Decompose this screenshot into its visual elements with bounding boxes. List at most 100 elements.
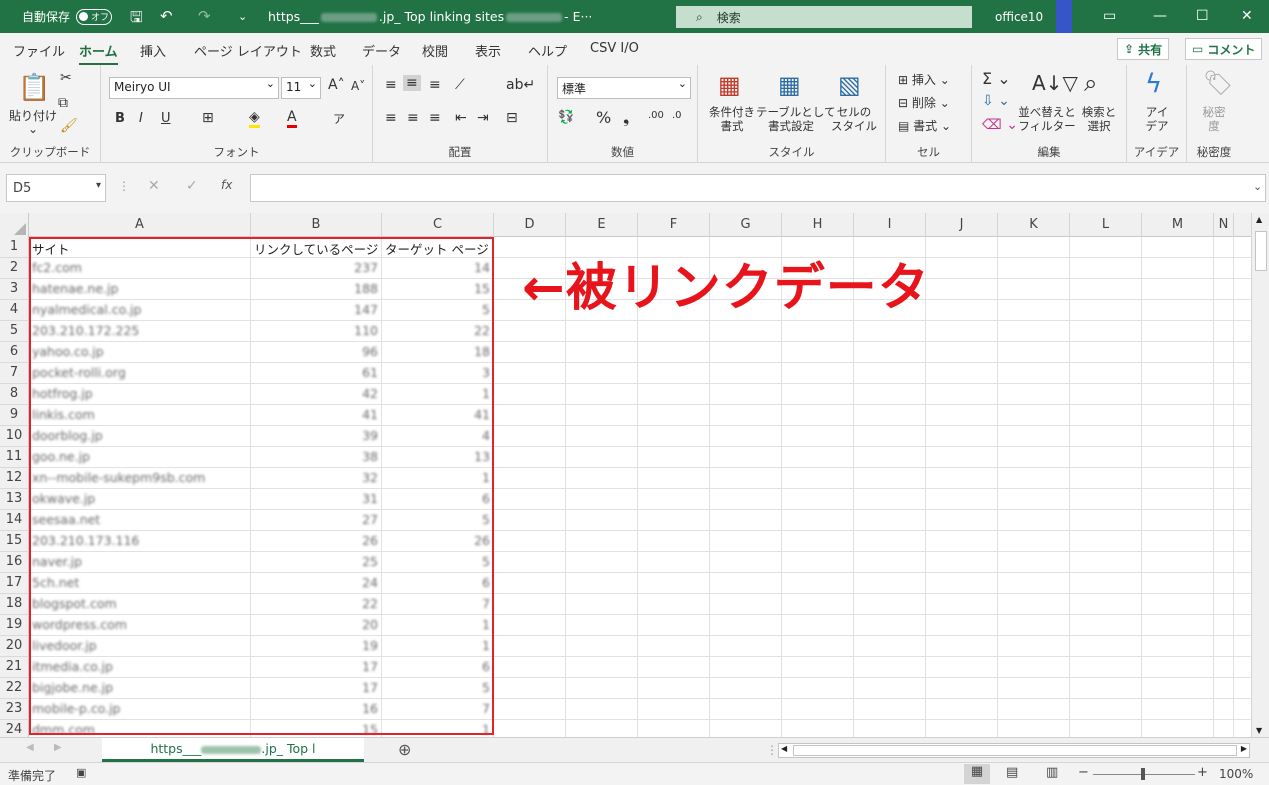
autosum-icon[interactable]: Σ ⌄ <box>982 69 1011 88</box>
row-header[interactable]: 14 <box>0 510 29 531</box>
prev-sheet-icon[interactable]: ◀ <box>26 742 34 753</box>
font-size-select[interactable]: 11 <box>281 77 321 99</box>
horizontal-scroll-thumb[interactable] <box>793 745 1237 756</box>
name-box[interactable]: D5 <box>6 174 106 202</box>
find-select-button[interactable]: 検索と 選択 <box>1076 105 1122 133</box>
column-header-h[interactable]: H <box>782 213 854 237</box>
next-sheet-icon[interactable]: ▶ <box>54 742 62 753</box>
macro-record-icon[interactable]: ▣ <box>76 766 86 779</box>
zoom-out-icon[interactable]: − <box>1078 765 1089 780</box>
zoom-level[interactable]: 100% <box>1219 767 1253 781</box>
column-header-b[interactable]: B <box>251 213 382 237</box>
decrease-indent-icon[interactable]: ⇤ <box>455 110 467 126</box>
row-header[interactable]: 5 <box>0 321 29 342</box>
sort-filter-button[interactable]: 並べ替えと フィルター <box>1016 105 1078 133</box>
customize-qat-icon[interactable]: ⌄ <box>238 10 247 23</box>
ribbon-display-icon[interactable]: ▭ <box>1103 8 1116 24</box>
tab-file[interactable]: ファイル <box>13 41 65 60</box>
column-header-a[interactable]: A <box>29 213 251 237</box>
fill-color-icon[interactable]: ◈ <box>249 109 260 128</box>
phonetic-icon[interactable]: ア <box>333 110 345 127</box>
orientation-icon[interactable]: ⟋ <box>455 77 465 93</box>
row-header[interactable]: 19 <box>0 615 29 636</box>
comment-button[interactable]: ▭ コメント <box>1185 38 1263 60</box>
format-as-table-button[interactable]: テーブルとして 書式設定 <box>756 105 835 133</box>
row-header[interactable]: 3 <box>0 279 29 300</box>
scroll-down-icon[interactable]: ▼ <box>1256 726 1262 735</box>
align-right-icon[interactable]: ≡ <box>429 110 441 126</box>
column-header-c[interactable]: C <box>382 213 494 237</box>
tab-review[interactable]: 校閲 <box>422 41 448 60</box>
align-center-icon[interactable]: ≡ <box>407 110 419 126</box>
ideas-icon[interactable]: ϟ <box>1145 69 1162 99</box>
page-break-view-icon[interactable]: ▥ <box>1046 765 1058 780</box>
column-header-m[interactable]: M <box>1142 213 1214 237</box>
merge-center-icon[interactable]: ⊟ <box>506 110 518 126</box>
row-header[interactable]: 24 <box>0 720 29 737</box>
cancel-icon[interactable]: ✕ <box>148 178 160 194</box>
border-icon[interactable]: ⊞ <box>202 110 214 126</box>
column-header-f[interactable]: F <box>638 213 710 237</box>
tab-csv-io[interactable]: CSV I/O <box>590 41 639 56</box>
tab-insert[interactable]: 挿入 <box>140 41 166 60</box>
tab-splitter-icon[interactable]: ⋮ <box>766 743 778 757</box>
row-header[interactable]: 1 <box>0 237 29 258</box>
sensitivity-icon[interactable]: 🏷 <box>1203 69 1233 97</box>
copy-icon[interactable]: ⧉ <box>58 95 68 111</box>
font-name-select[interactable]: Meiryo UI <box>109 77 279 99</box>
row-header[interactable]: 22 <box>0 678 29 699</box>
format-painter-icon[interactable]: 🖌 <box>60 118 78 134</box>
save-icon[interactable]: 🖫 <box>130 7 143 32</box>
row-header[interactable]: 17 <box>0 573 29 594</box>
user-name[interactable]: office10 <box>995 10 1043 24</box>
tab-data[interactable]: データ <box>362 41 401 60</box>
undo-icon[interactable]: ↶ <box>160 7 173 25</box>
worksheet[interactable]: ABCDEFGHIJKLMN 1 サイト リンクしているページ ターゲット ページ 2 f… <box>0 213 1269 737</box>
tab-help[interactable]: ヘルプ <box>528 41 567 60</box>
ideas-button[interactable]: アイ デア <box>1135 105 1179 133</box>
sort-filter-icon[interactable]: A↓▽ <box>1032 71 1078 95</box>
tab-formulas[interactable]: 数式 <box>310 41 336 60</box>
avatar[interactable] <box>1056 0 1072 33</box>
scroll-up-icon[interactable]: ▲ <box>1256 215 1262 224</box>
percent-icon[interactable]: % <box>596 108 611 127</box>
scroll-right-icon[interactable]: ▶ <box>1241 744 1247 753</box>
align-top-icon[interactable]: ≡ <box>385 77 397 93</box>
sheet-tab[interactable]: https___ .jp_ Top l <box>102 738 364 762</box>
paste-icon[interactable]: 📋 <box>18 73 50 103</box>
row-header[interactable]: 4 <box>0 300 29 321</box>
cell-styles-button[interactable]: セルの スタイル <box>826 105 882 133</box>
column-header-e[interactable]: E <box>566 213 638 237</box>
search-box[interactable]: ⌕ 検索 <box>676 6 972 28</box>
row-header[interactable]: 11 <box>0 447 29 468</box>
vertical-scrollbar[interactable]: ▲ ▼ <box>1251 213 1269 737</box>
select-all-corner[interactable] <box>0 213 29 237</box>
currency-icon[interactable]: 💱 <box>558 110 574 125</box>
conditional-format-icon[interactable]: ▦ <box>718 71 741 99</box>
row-header[interactable]: 21 <box>0 657 29 678</box>
column-header-l[interactable]: L <box>1070 213 1142 237</box>
autosave[interactable]: 自動保存 オフ <box>22 8 113 25</box>
formula-input[interactable] <box>250 174 1266 202</box>
zoom-slider-thumb[interactable] <box>1141 768 1145 780</box>
zoom-in-icon[interactable]: + <box>1197 765 1208 780</box>
cut-icon[interactable]: ✂ <box>60 70 72 86</box>
tab-view[interactable]: 表示 <box>475 41 501 60</box>
align-left-icon[interactable]: ≡ <box>385 110 397 126</box>
row-header[interactable]: 18 <box>0 594 29 615</box>
page-layout-view-icon[interactable]: ▤ <box>1006 765 1018 780</box>
expand-formula-icon[interactable]: ⌄ <box>1253 180 1262 193</box>
italic-button[interactable]: I <box>139 111 143 126</box>
fill-icon[interactable]: ⇩ ⌄ <box>982 93 1010 109</box>
decrease-font-icon[interactable]: A˅ <box>351 79 365 93</box>
scroll-left-icon[interactable]: ◀ <box>781 744 787 753</box>
column-header-k[interactable]: K <box>998 213 1070 237</box>
row-header[interactable]: 16 <box>0 552 29 573</box>
increase-decimal-icon[interactable]: .00 <box>648 110 664 121</box>
align-bottom-icon[interactable]: ≡ <box>429 77 441 93</box>
row-header[interactable]: 2 <box>0 258 29 279</box>
row-header[interactable]: 23 <box>0 699 29 720</box>
add-sheet-icon[interactable]: ⊕ <box>398 740 411 759</box>
clear-icon[interactable]: ⌫ ⌄ <box>982 117 1018 133</box>
minimize-icon[interactable]: — <box>1153 8 1167 24</box>
